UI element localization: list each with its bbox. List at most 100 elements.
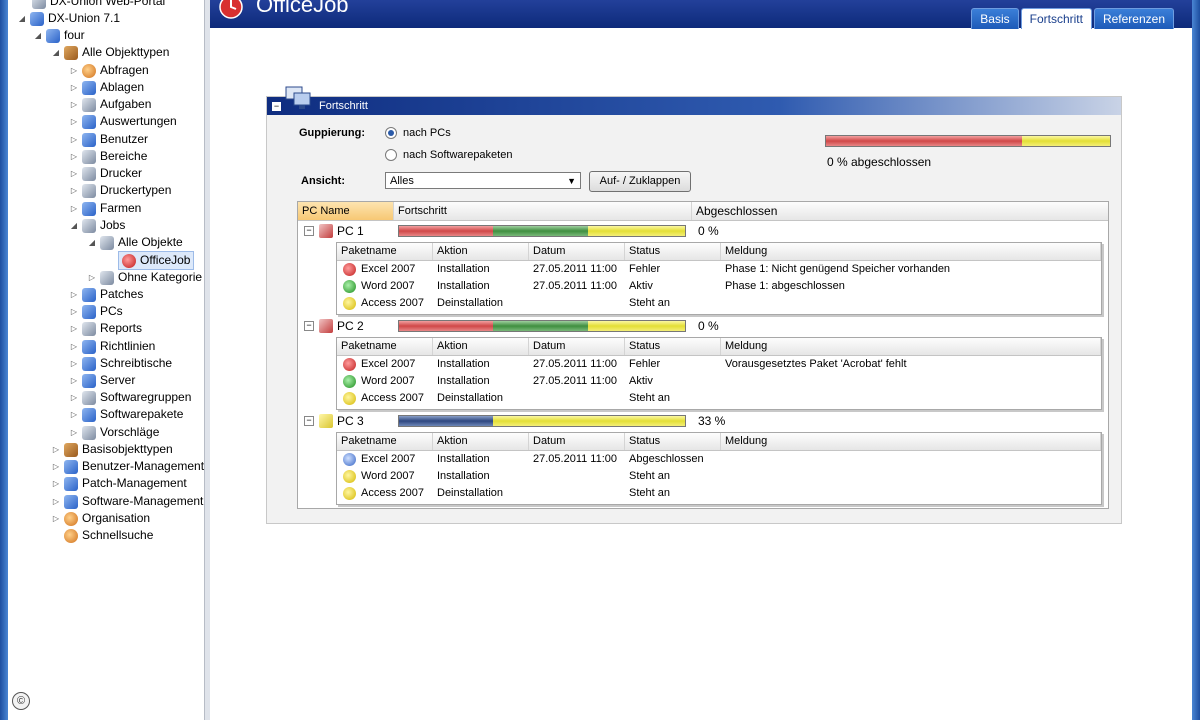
radio-button[interactable]	[385, 149, 397, 161]
expand-arrow-icon[interactable]: ▷	[52, 510, 60, 527]
expand-arrow-icon[interactable]: ▷	[70, 148, 78, 165]
column-header-completed[interactable]: Abgeschlossen	[692, 202, 1108, 220]
tree-item-softwaregruppen[interactable]: ▷ Softwaregruppen	[70, 389, 191, 406]
tree-item-four[interactable]: ◢ four	[34, 27, 85, 44]
package-column-header[interactable]: Datum	[529, 243, 625, 260]
grouping-option-pcs[interactable]: nach PCs	[385, 127, 451, 139]
collapse-arrow-icon[interactable]: ◢	[34, 27, 42, 44]
column-header-progress[interactable]: Fortschritt	[394, 202, 692, 220]
radio-button[interactable]	[385, 127, 397, 139]
collapse-arrow-icon[interactable]: ◢	[70, 217, 78, 234]
expand-arrow-icon[interactable]: ▷	[70, 372, 78, 389]
expand-arrow-icon[interactable]: ▷	[70, 320, 78, 337]
tree-item-software-management[interactable]: ▷ Software-Management	[52, 493, 203, 510]
package-column-header[interactable]: Aktion	[433, 338, 529, 355]
expand-arrow-icon[interactable]: ▷	[70, 96, 78, 113]
package-column-header[interactable]: Status	[625, 243, 721, 260]
package-row[interactable]: Word 2007 Installation Steht an	[337, 468, 1101, 485]
expand-arrow-icon[interactable]: ▷	[70, 200, 78, 217]
tree-item-organisation[interactable]: ▷ Organisation	[52, 510, 150, 527]
expand-arrow-icon[interactable]: ▷	[70, 62, 78, 79]
package-column-header[interactable]: Aktion	[433, 243, 529, 260]
collapse-row-icon[interactable]: −	[304, 416, 314, 426]
copyright-icon[interactable]: ©	[12, 692, 30, 710]
tree-item-farmen[interactable]: ▷ Farmen	[70, 200, 141, 217]
pc-row[interactable]: − PC 2 0 %	[298, 317, 1108, 335]
tree-item-officejob[interactable]: OfficeJob	[118, 251, 195, 270]
package-row[interactable]: Access 2007 Deinstallation Steht an	[337, 295, 1101, 312]
tree-item-reports[interactable]: ▷ Reports	[70, 320, 142, 337]
package-column-header[interactable]: Datum	[529, 338, 625, 355]
tab-referenzen[interactable]: Referenzen	[1093, 8, 1174, 29]
collapse-row-icon[interactable]: −	[304, 226, 314, 236]
tree-item-abfragen[interactable]: ▷ Abfragen	[70, 62, 149, 79]
package-row[interactable]: Excel 2007 Installation 27.05.2011 11:00 Ab…	[337, 451, 1101, 468]
tree-item-vorschlaege[interactable]: ▷ Vorschläge	[70, 424, 159, 441]
tree-item-ablagen[interactable]: ▷ Ablagen	[70, 79, 144, 96]
expand-arrow-icon[interactable]: ▷	[70, 131, 78, 148]
collapse-arrow-icon[interactable]: ◢	[88, 234, 96, 251]
package-column-header[interactable]: Paketname	[337, 433, 433, 450]
grouping-option-packages[interactable]: nach Softwarepaketen	[385, 149, 512, 161]
dropdown-arrow-icon[interactable]: ▼	[567, 173, 576, 190]
expand-arrow-icon[interactable]: ▷	[52, 458, 60, 475]
package-column-header[interactable]: Paketname	[337, 243, 433, 260]
expand-arrow-icon[interactable]: ▷	[70, 406, 78, 423]
tree-item-richtlinien[interactable]: ▷ Richtlinien	[70, 338, 155, 355]
pc-row[interactable]: − PC 3 33 %	[298, 412, 1108, 430]
expand-arrow-icon[interactable]: ▷	[88, 269, 96, 286]
package-row[interactable]: Access 2007 Deinstallation Steht an	[337, 485, 1101, 502]
tree-item-benutzer-management[interactable]: ▷ Benutzer-Management	[52, 458, 204, 475]
tab-basis[interactable]: Basis	[971, 8, 1019, 29]
pc-row[interactable]: − PC 1 0 %	[298, 222, 1108, 240]
package-row[interactable]: Word 2007 Installation 27.05.2011 11:00 Akt…	[337, 373, 1101, 390]
tree-item-patches[interactable]: ▷ Patches	[70, 286, 143, 303]
tree-item-aufgaben[interactable]: ▷ Aufgaben	[70, 96, 151, 113]
tree-item-jobs[interactable]: ◢ Jobs	[70, 217, 125, 234]
package-column-header[interactable]: Datum	[529, 433, 625, 450]
tree-item-drucker[interactable]: ▷ Drucker	[70, 165, 142, 182]
package-column-header[interactable]: Aktion	[433, 433, 529, 450]
collapse-arrow-icon[interactable]: ◢	[52, 44, 60, 61]
expand-arrow-icon[interactable]: ▷	[70, 113, 78, 130]
tree-item-druckertypen[interactable]: ▷ Druckertypen	[70, 182, 171, 199]
expand-arrow-icon[interactable]: ▷	[70, 424, 78, 441]
collapse-panel-button[interactable]: −	[271, 101, 282, 112]
tree-item-schreibtische[interactable]: ▷ Schreibtische	[70, 355, 172, 372]
collapse-arrow-icon[interactable]: ◢	[18, 10, 26, 27]
tree-item-alle-objekttypen[interactable]: ◢ Alle Objekttypen	[52, 44, 169, 61]
tree-item-pcs[interactable]: ▷ PCs	[70, 303, 123, 320]
expand-arrow-icon[interactable]: ▷	[70, 165, 78, 182]
expand-arrow-icon[interactable]: ▷	[70, 389, 78, 406]
package-column-header[interactable]: Status	[625, 338, 721, 355]
package-column-header[interactable]: Meldung	[721, 338, 1101, 355]
expand-arrow-icon[interactable]: ▷	[70, 303, 78, 320]
package-row[interactable]: Access 2007 Deinstallation Steht an	[337, 390, 1101, 407]
expand-arrow-icon[interactable]: ▷	[52, 441, 60, 458]
tree-item-basisobjekttypen[interactable]: ▷ Basisobjekttypen	[52, 441, 173, 458]
navigation-tree[interactable]: DX-Union Web-Portal ◢ DX-Union 7.1 ◢ four …	[8, 0, 205, 720]
expand-arrow-icon[interactable]: ▷	[70, 286, 78, 303]
tree-item-bereiche[interactable]: ▷ Bereiche	[70, 148, 147, 165]
tree-item-schnellsuche[interactable]: Schnellsuche	[64, 527, 153, 544]
tree-item-ohne-kategorie[interactable]: ▷ Ohne Kategorie	[88, 269, 202, 286]
tree-item-benutzer[interactable]: ▷ Benutzer	[70, 131, 148, 148]
expand-arrow-icon[interactable]: ▷	[52, 493, 60, 510]
tree-item-server[interactable]: ▷ Server	[70, 372, 135, 389]
package-column-header[interactable]: Meldung	[721, 433, 1101, 450]
package-row[interactable]: Excel 2007 Installation 27.05.2011 11:00 Fe…	[337, 356, 1101, 373]
tree-item-patch-management[interactable]: ▷ Patch-Management	[52, 475, 187, 492]
expand-arrow-icon[interactable]: ▷	[70, 79, 78, 96]
tab-fortschritt[interactable]: Fortschritt	[1020, 8, 1092, 29]
collapse-row-icon[interactable]: −	[304, 321, 314, 331]
expand-arrow-icon[interactable]: ▷	[52, 475, 60, 492]
tree-item-softwarepakete[interactable]: ▷ Softwarepakete	[70, 406, 183, 423]
column-header-pc-name[interactable]: PC Name	[298, 202, 394, 220]
tree-item-portal[interactable]: DX-Union Web-Portal	[32, 0, 165, 10]
tree-item-alle-objekte[interactable]: ◢ Alle Objekte	[88, 234, 183, 251]
view-select[interactable]: Alles ▼	[385, 172, 581, 189]
tree-item-auswertungen[interactable]: ▷ Auswertungen	[70, 113, 177, 130]
package-column-header[interactable]: Meldung	[721, 243, 1101, 260]
expand-arrow-icon[interactable]: ▷	[70, 355, 78, 372]
package-row[interactable]: Excel 2007 Installation 27.05.2011 11:00 Fe…	[337, 261, 1101, 278]
